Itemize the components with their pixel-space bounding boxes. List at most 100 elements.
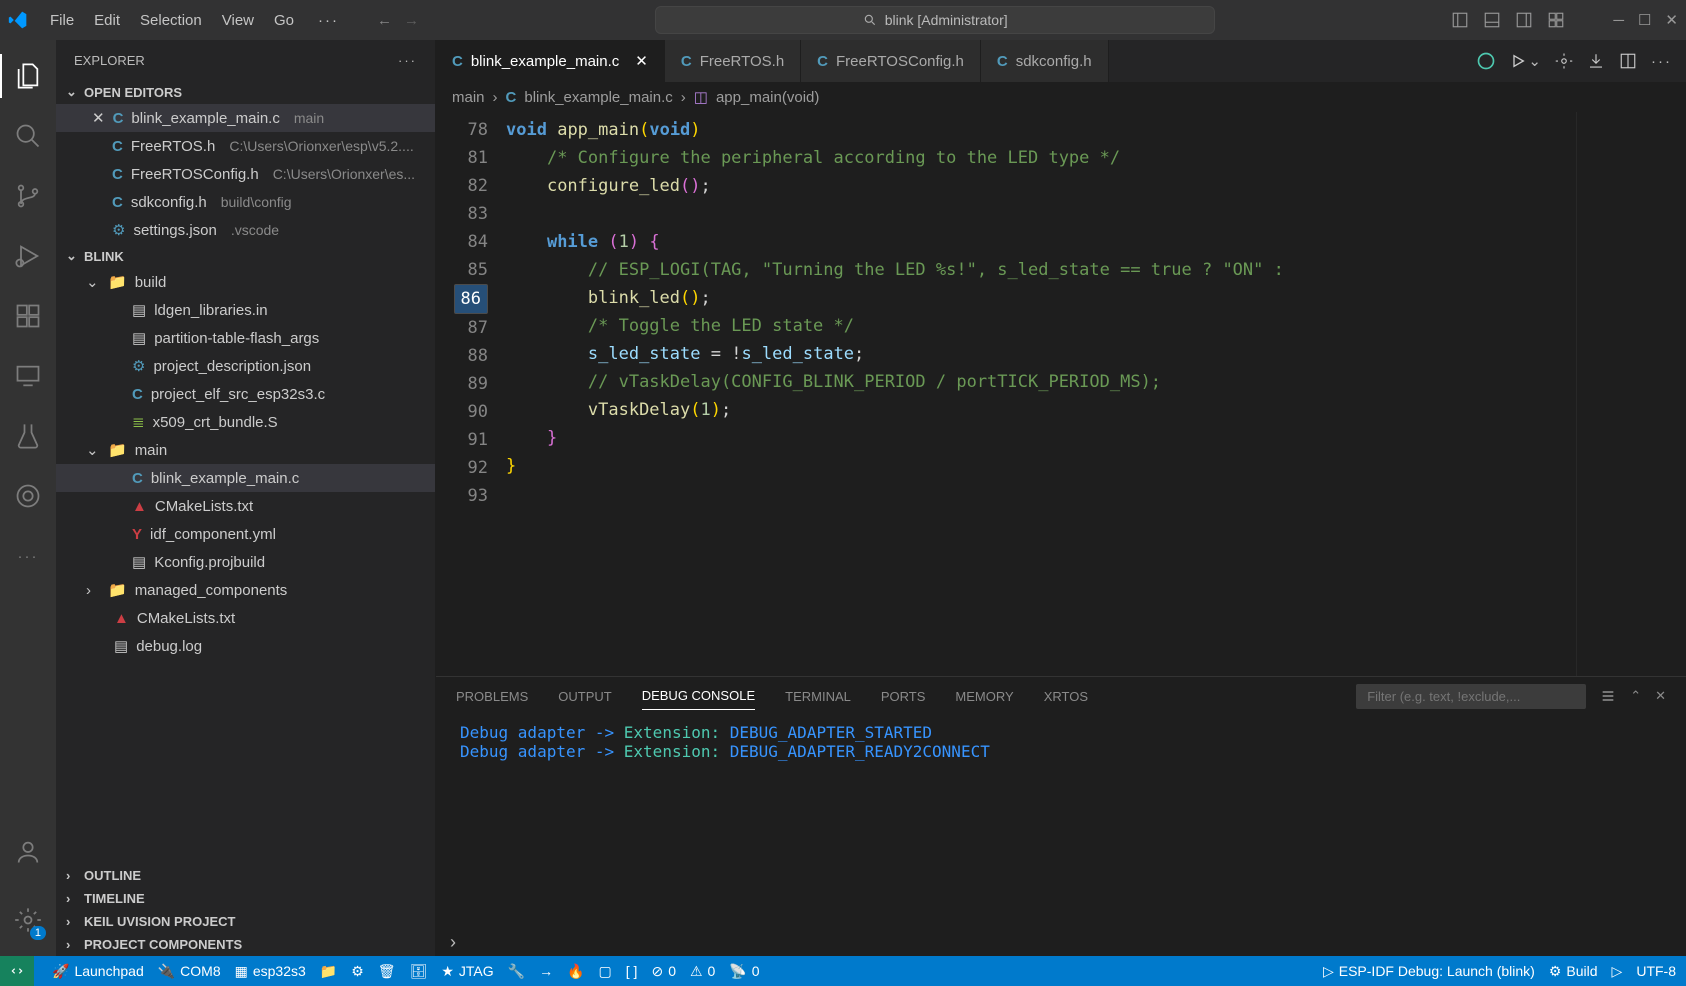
file-item[interactable]: ▤ldgen_libraries.in (56, 296, 435, 324)
activity-more[interactable]: ··· (0, 528, 56, 584)
menu-file[interactable]: File (40, 8, 84, 33)
open-editor-item[interactable]: ✕Cblink_example_main.cmain (56, 104, 435, 132)
status-flame[interactable]: 🔥 (567, 963, 584, 980)
file-item[interactable]: ▲CMakeLists.txt (56, 492, 435, 520)
status-debug[interactable]: ▷ESP-IDF Debug: Launch (blink) (1323, 963, 1535, 980)
status-trash[interactable]: 🗑 (378, 963, 396, 980)
chevron-right-icon[interactable]: › (450, 932, 456, 953)
file-item[interactable]: ▤debug.log (56, 632, 435, 660)
chevron-up-icon[interactable]: ⌃ (1630, 688, 1641, 704)
run-dropdown[interactable]: ⌄ (1510, 52, 1541, 70)
filter-input[interactable] (1356, 684, 1586, 709)
panel-tab-xrtos[interactable]: XRTOS (1044, 683, 1088, 710)
layout-bottom-icon[interactable] (1483, 11, 1501, 29)
status-chip[interactable]: ▦esp32s3 (235, 963, 306, 980)
nav-back-icon[interactable]: ← (377, 12, 392, 29)
layout-right-icon[interactable] (1515, 11, 1533, 29)
file-item[interactable]: ▲CMakeLists.txt (56, 604, 435, 632)
status-gear[interactable]: ⚙Build (1549, 963, 1598, 980)
editor-tab[interactable]: CFreeRTOSConfig.h (801, 40, 981, 82)
panel-close[interactable]: ✕ (1655, 688, 1666, 704)
editor-tab[interactable]: CFreeRTOS.h (665, 40, 801, 82)
section-timeline[interactable]: ›TIMELINE (56, 887, 435, 910)
editor-tab[interactable]: Cblink_example_main.c✕ (436, 40, 665, 82)
status-errs[interactable]: ⊘0 (651, 963, 676, 980)
status-wrench[interactable]: 🔧 (508, 963, 525, 980)
open-editor-item[interactable]: CFreeRTOSConfig.hC:\Users\Orionxer\es... (56, 160, 435, 188)
command-center[interactable]: blink [Administrator] (655, 6, 1215, 34)
section-project[interactable]: ⌄ BLINK (56, 244, 435, 268)
section-project-components[interactable]: ›PROJECT COMPONENTS (56, 933, 435, 956)
menu-overflow[interactable]: ··· (308, 8, 349, 33)
activity-test[interactable] (0, 408, 56, 464)
download-icon[interactable] (1587, 52, 1605, 70)
remote-indicator[interactable] (0, 956, 34, 986)
file-item[interactable]: ▤partition-table-flash_args (56, 324, 435, 352)
activity-scm[interactable] (0, 168, 56, 224)
status-play[interactable]: ▷ (1612, 963, 1623, 980)
status-db[interactable]: 🗄 (410, 963, 428, 980)
status-rocket[interactable]: 🚀Launchpad (52, 963, 144, 980)
file-item[interactable]: Cproject_elf_src_esp32s3.c (56, 380, 435, 408)
file-item[interactable]: ≣x509_crt_bundle.S (56, 408, 435, 436)
status-gear[interactable]: ⚙ (351, 963, 364, 980)
layout-panel-icon[interactable] (1451, 11, 1469, 29)
tab-more[interactable]: ··· (1651, 53, 1672, 70)
status-plug[interactable]: 🔌COM8 (158, 963, 221, 980)
panel-tab-terminal[interactable]: TERMINAL (785, 683, 851, 710)
panel-tab-ports[interactable]: PORTS (881, 683, 926, 710)
status-monitor[interactable]: ▢ (599, 963, 612, 980)
activity-debug[interactable] (0, 228, 56, 284)
open-editor-item[interactable]: CFreeRTOS.hC:\Users\Orionxer\esp\v5.2...… (56, 132, 435, 160)
minimap[interactable] (1576, 112, 1686, 676)
section-keil-uvision-project[interactable]: ›KEIL UVISION PROJECT (56, 910, 435, 933)
status-folder[interactable]: 📁 (320, 963, 337, 980)
settings-icon[interactable] (1555, 52, 1573, 70)
folder-item[interactable]: ⌄📁build (56, 268, 435, 296)
file-item[interactable]: ⚙project_description.json (56, 352, 435, 380)
open-editor-item[interactable]: Csdkconfig.hbuild\config (56, 188, 435, 216)
section-open-editors[interactable]: ⌄ OPEN EDITORS (56, 80, 435, 104)
folder-item[interactable]: ⌄📁main (56, 436, 435, 464)
window-minimize[interactable]: ─ (1613, 12, 1624, 29)
layout-grid-icon[interactable] (1547, 11, 1565, 29)
activity-search[interactable] (0, 108, 56, 164)
debug-console[interactable]: Debug adapter -> Extension: DEBUG_ADAPTE… (436, 715, 1686, 928)
menu-edit[interactable]: Edit (84, 8, 130, 33)
file-item[interactable]: Yidf_component.yml (56, 520, 435, 548)
status-brackets[interactable]: [ ] (626, 963, 638, 979)
status-item[interactable]: UTF-8 (1636, 963, 1676, 979)
file-item[interactable]: ▤Kconfig.projbuild (56, 548, 435, 576)
breadcrumb[interactable]: main › C blink_example_main.c › ◫ app_ma… (436, 82, 1686, 112)
status-star[interactable]: ★JTAG (441, 963, 493, 980)
status-arrow-right[interactable]: → (539, 963, 553, 979)
window-maximize[interactable]: ☐ (1638, 11, 1651, 29)
open-editor-item[interactable]: ⚙settings.json.vscode (56, 216, 435, 244)
file-item[interactable]: Cblink_example_main.c (56, 464, 435, 492)
panel-tab-debug-console[interactable]: DEBUG CONSOLE (642, 682, 755, 710)
esp-circle-icon[interactable] (1476, 51, 1496, 71)
activity-settings[interactable]: 1 (0, 892, 56, 948)
nav-forward-icon[interactable]: → (404, 12, 419, 29)
window-close[interactable]: ✕ (1665, 11, 1678, 29)
menu-selection[interactable]: Selection (130, 8, 212, 33)
activity-remote[interactable] (0, 348, 56, 404)
code-editor[interactable]: void app_main(void) /* Configure the per… (506, 112, 1576, 676)
activity-extensions[interactable] (0, 288, 56, 344)
list-icon[interactable] (1600, 688, 1616, 704)
sidebar-more[interactable]: ··· (398, 53, 417, 68)
activity-explorer[interactable] (0, 48, 56, 104)
menu-go[interactable]: Go (264, 8, 304, 33)
panel-tab-output[interactable]: OUTPUT (558, 683, 611, 710)
status-radio[interactable]: 📡0 (729, 963, 759, 980)
editor-tab[interactable]: Csdkconfig.h (981, 40, 1109, 82)
panel-tab-memory[interactable]: MEMORY (955, 683, 1013, 710)
activity-account[interactable] (0, 824, 56, 880)
panel-tab-problems[interactable]: PROBLEMS (456, 683, 528, 710)
menu-view[interactable]: View (212, 8, 264, 33)
activity-espidf[interactable] (0, 468, 56, 524)
status-warns[interactable]: ⚠0 (690, 963, 715, 980)
split-icon[interactable] (1619, 52, 1637, 70)
folder-item[interactable]: ›📁managed_components (56, 576, 435, 604)
section-outline[interactable]: ›OUTLINE (56, 864, 435, 887)
